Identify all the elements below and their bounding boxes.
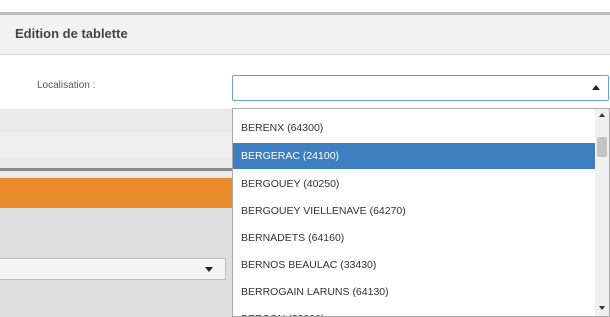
background-select[interactable] (0, 258, 226, 280)
background-orange-bar (0, 178, 240, 208)
dropdown-option[interactable]: BERENX (64300) (233, 115, 595, 141)
background-panel (0, 132, 240, 158)
localisation-dropdown[interactable]: BERENX (64300) BERGERAC (24100) BERGOUEY… (232, 108, 610, 317)
localisation-label: Localisation : (37, 80, 96, 91)
dropdown-option[interactable]: BERNADETS (64160) (233, 225, 595, 251)
dropdown-option[interactable]: BERNOS BEAULAC (33430) (233, 252, 595, 278)
localisation-select[interactable] (232, 75, 609, 101)
scroll-up-icon[interactable] (599, 113, 605, 117)
dropdown-scrollbar[interactable] (595, 109, 609, 316)
dropdown-option[interactable]: BERSON (33390) (233, 306, 595, 316)
scroll-down-icon[interactable] (599, 306, 605, 310)
modal-header: Edition de tablette (0, 15, 610, 55)
dropdown-option[interactable]: BERGOUEY (40250) (233, 171, 595, 197)
dropdown-option[interactable]: BERROGAIN LARUNS (64130) (233, 279, 595, 305)
dropdown-option-selected[interactable]: BERGERAC (24100) (233, 143, 595, 169)
dropdown-option[interactable]: BERGOUEY VIELLENAVE (64270) (233, 198, 595, 224)
scrollbar-thumb[interactable] (597, 137, 607, 157)
modal-title: Edition de tablette (15, 26, 128, 41)
background-divider (0, 168, 240, 171)
chevron-down-icon (205, 267, 213, 272)
chevron-up-icon[interactable] (592, 85, 600, 90)
